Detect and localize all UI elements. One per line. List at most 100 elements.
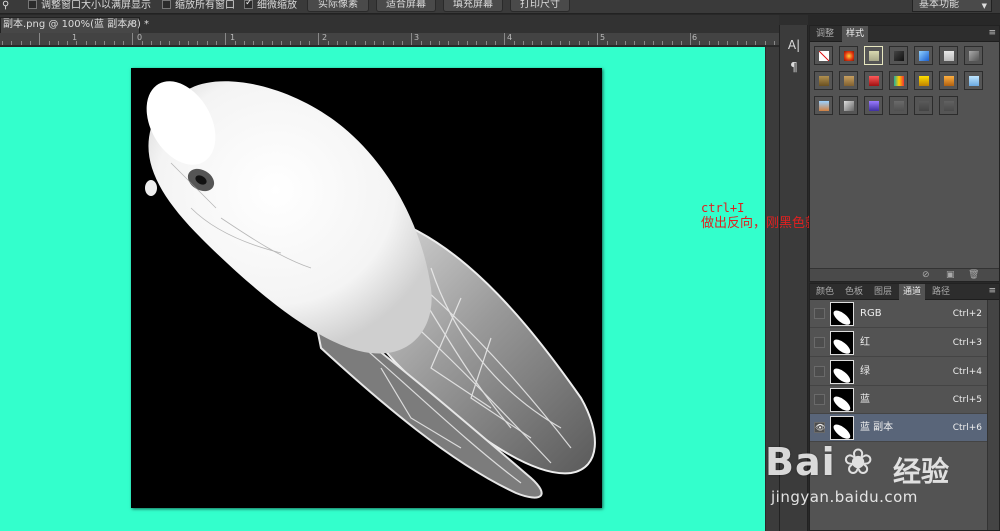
ruler-tick xyxy=(402,41,403,45)
document-image[interactable] xyxy=(131,68,602,508)
channel-thumbnail xyxy=(830,331,854,355)
ruler-tick xyxy=(225,33,226,45)
style-swatch[interactable] xyxy=(814,46,833,65)
style-swatch[interactable] xyxy=(889,71,908,90)
style-swatch[interactable] xyxy=(889,96,908,115)
zoom-tool-icon[interactable]: ⚲ xyxy=(2,0,9,13)
ruler-tick xyxy=(21,41,22,45)
style-preview xyxy=(944,101,954,111)
resize-windows-checkbox[interactable] xyxy=(28,0,37,9)
ruler-tick xyxy=(86,41,87,45)
print-size-button[interactable]: 打印尺寸 xyxy=(510,0,570,12)
character-icon[interactable]: A| xyxy=(783,37,805,54)
document-tab[interactable]: 副本.png @ 100%(蓝 副本/8) * × xyxy=(0,17,149,33)
tab-color[interactable]: 颜色 xyxy=(812,284,838,300)
style-swatch[interactable] xyxy=(889,46,908,65)
workspace-switcher[interactable]: 基本功能 ▼ xyxy=(912,0,992,12)
new-style-icon[interactable]: ▣ xyxy=(946,270,955,280)
style-swatch[interactable] xyxy=(914,71,933,90)
style-preview xyxy=(894,51,904,61)
visibility-toggle[interactable] xyxy=(814,394,825,405)
tab-styles[interactable]: 样式 xyxy=(842,26,869,42)
style-swatch[interactable] xyxy=(939,71,958,90)
tab-paths[interactable]: 路径 xyxy=(928,284,954,300)
style-preview xyxy=(894,76,904,86)
channel-thumbnail xyxy=(830,388,854,412)
scrubby-zoom-option[interactable]: 细微缩放 xyxy=(244,0,297,13)
chevron-down-icon: ▼ xyxy=(981,2,987,10)
ruler-tick xyxy=(281,41,282,45)
zoom-all-windows-checkbox[interactable] xyxy=(162,0,171,9)
actual-pixels-button[interactable]: 实际像素 xyxy=(307,0,369,12)
style-preview xyxy=(919,76,929,86)
close-icon[interactable]: × xyxy=(127,18,135,32)
style-swatch[interactable] xyxy=(939,46,958,65)
style-swatch[interactable] xyxy=(864,71,883,90)
style-swatch[interactable] xyxy=(964,46,983,65)
delete-style-icon[interactable]: 🗑 xyxy=(968,270,979,280)
ruler-tick xyxy=(123,41,124,45)
style-swatch[interactable] xyxy=(864,96,883,115)
paw-icon: ❀ xyxy=(843,442,874,483)
ruler-tick xyxy=(541,41,542,45)
tab-adjustments[interactable]: 调整 xyxy=(812,26,838,42)
ruler-tick xyxy=(114,41,115,45)
channel-shortcut: Ctrl+6 xyxy=(952,423,982,433)
channel-row-blue-copy[interactable]: 👁 蓝 副本 Ctrl+6 xyxy=(810,414,988,442)
collapse-panels-bar[interactable] xyxy=(779,15,808,25)
panel-menu-icon[interactable]: ≡ xyxy=(988,286,996,296)
ruler-tick xyxy=(11,41,12,45)
channel-row-rgb[interactable]: RGB Ctrl+2 xyxy=(810,300,988,328)
clear-style-icon[interactable]: ⊘ xyxy=(922,270,930,280)
visibility-toggle[interactable] xyxy=(814,337,825,348)
visibility-toggle[interactable] xyxy=(814,366,825,377)
tab-swatches[interactable]: 色板 xyxy=(841,284,867,300)
style-preview xyxy=(944,51,954,61)
style-swatch[interactable] xyxy=(864,46,883,65)
eye-icon[interactable]: 👁 xyxy=(814,422,825,433)
tab-channels[interactable]: 通道 xyxy=(899,284,926,300)
panel-menu-icon[interactable]: ≡ xyxy=(988,28,996,38)
ruler-tick xyxy=(681,41,682,45)
ruler-tick xyxy=(625,41,626,45)
style-swatch[interactable] xyxy=(914,46,933,65)
style-swatch[interactable] xyxy=(914,96,933,115)
styles-panel-footer: ⊘ ▣ 🗑 xyxy=(810,268,999,281)
ruler-tick xyxy=(272,41,273,45)
ruler-tick xyxy=(644,41,645,45)
style-preview xyxy=(919,101,929,111)
style-swatch[interactable] xyxy=(814,96,833,115)
channel-row-blue[interactable]: 蓝 Ctrl+5 xyxy=(810,386,988,414)
zoom-all-windows-option[interactable]: 缩放所有窗口 xyxy=(162,0,235,13)
resize-windows-option[interactable]: 调整窗口大小以满屏显示 xyxy=(28,0,151,13)
style-swatch[interactable] xyxy=(839,71,858,90)
ruler-tick xyxy=(662,41,663,45)
tab-layers[interactable]: 图层 xyxy=(870,284,896,300)
style-swatch[interactable] xyxy=(939,96,958,115)
ruler-tick xyxy=(216,41,217,45)
channel-thumbnail xyxy=(830,416,854,440)
ruler-tick xyxy=(551,41,552,45)
style-swatch[interactable] xyxy=(839,96,858,115)
fill-screen-button[interactable]: 填充屏幕 xyxy=(443,0,503,12)
ruler-tick xyxy=(169,41,170,45)
ruler-tick xyxy=(2,41,3,45)
ruler-tick xyxy=(458,41,459,45)
ruler-tick xyxy=(383,41,384,45)
ruler-tick xyxy=(774,41,775,45)
ruler-tick xyxy=(262,41,263,45)
scrubby-zoom-checkbox[interactable] xyxy=(244,0,253,9)
channel-row-red[interactable]: 红 Ctrl+3 xyxy=(810,329,988,357)
ruler-label: 2 xyxy=(322,33,328,42)
visibility-toggle[interactable] xyxy=(814,308,825,319)
fit-screen-button[interactable]: 适合屏幕 xyxy=(376,0,436,12)
paragraph-icon[interactable]: ¶ xyxy=(783,59,805,76)
ruler-tick xyxy=(560,41,561,45)
channel-row-green[interactable]: 绿 Ctrl+4 xyxy=(810,358,988,386)
style-swatch[interactable] xyxy=(814,71,833,90)
ruler-tick xyxy=(699,41,700,45)
ruler-tick xyxy=(430,41,431,45)
style-swatch[interactable] xyxy=(839,46,858,65)
style-swatch[interactable] xyxy=(964,71,983,90)
options-bar: ⚲ 调整窗口大小以满屏显示 缩放所有窗口 细微缩放 实际像素 适合屏幕 填充屏幕… xyxy=(0,0,1000,14)
